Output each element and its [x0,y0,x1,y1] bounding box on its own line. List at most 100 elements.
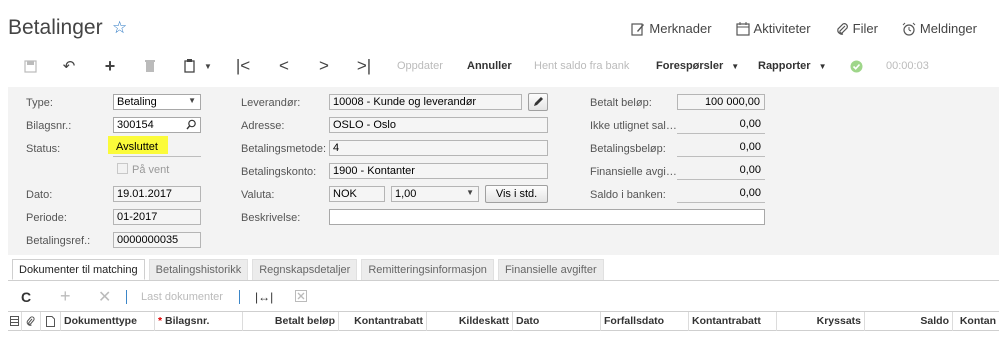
timer-text: 00:00:03 [886,60,929,72]
check-circle-icon [848,58,864,74]
valuta-rate-select[interactable]: 1,00 ▼ [391,186,479,202]
row-settings-icon[interactable] [8,312,22,331]
status-value: Avsluttet [116,141,158,153]
periode-label: Periode: [26,212,67,224]
leverandor-input[interactable]: 10008 - Kunde og leverandør [329,94,522,110]
periode-input[interactable]: 01-2017 [113,209,201,225]
required-asterisk: * [158,315,166,327]
paperclip-icon [836,22,848,35]
col-kontantrabatt-dato[interactable]: Kontantrabatt [689,312,777,331]
betalingsmetode-input[interactable]: 4 [329,140,548,156]
grid-header: Dokumenttype * Bilagsnr. Betalt beløp Ko… [8,311,999,331]
betalingsbelop-label: Betalingsbeløp: [590,143,666,155]
title-bar: Betalinger ☆ Merknader Aktiviteter Filer… [0,0,999,50]
type-value: Betaling [117,96,157,108]
finansielle-label: Finansielle avgi… [590,166,677,178]
filer-button[interactable]: Filer [835,21,878,36]
add-row-icon[interactable]: + [60,286,71,307]
col-saldo[interactable]: Saldo [865,312,953,331]
rapporter-label: Rapporter [758,60,811,72]
edit-leverandor-button[interactable] [528,93,548,111]
add-icon[interactable]: + [102,56,118,76]
saldo-banken-label: Saldo i banken: [590,189,666,201]
col-dato[interactable]: Dato [513,312,601,331]
save-icon[interactable] [22,58,38,74]
first-record-icon[interactable]: |< [235,56,251,75]
type-select[interactable]: Betaling ▼ [113,94,201,110]
hent-saldo-button[interactable]: Hent saldo fra bank [534,60,629,72]
main-toolbar: ↶ + ▼ |< < > >| Oppdater Annuller Hent s… [0,52,999,80]
undo-icon[interactable]: ↶ [61,58,77,75]
favorite-star-icon[interactable]: ☆ [112,18,127,38]
tab-divider [8,280,999,281]
previous-record-icon[interactable]: < [276,56,292,75]
saldo-banken-value: 0,00 [739,187,761,199]
search-icon[interactable] [186,119,197,130]
chevron-down-icon: ▼ [466,188,474,197]
betalingsref-label: Betalingsref.: [26,235,91,247]
col-dokumenttype[interactable]: Dokumenttype [61,312,155,331]
col-kildeskatt[interactable]: Kildeskatt [427,312,513,331]
chevron-down-icon: ▼ [731,62,740,71]
chevron-down-icon: ▼ [188,96,196,105]
betalingsmetode-label: Betalingsmetode: [241,143,326,155]
meldinger-button[interactable]: Meldinger [902,21,977,36]
next-record-icon[interactable]: > [316,56,332,75]
fit-columns-icon[interactable]: |↔| [255,290,273,304]
delete-row-icon[interactable]: ✕ [98,287,111,307]
refresh-icon[interactable]: C [21,289,31,305]
vis-i-std-button[interactable]: Vis i std. [485,185,548,203]
col-kontantrabatt[interactable]: Kontantrabatt [339,312,427,331]
finansielle-value: 0,00 [739,164,761,176]
merknader-label: Merknader [649,21,712,36]
annuller-button[interactable]: Annuller [467,60,512,72]
betalingskonto-label: Betalingskonto: [241,166,317,178]
col-bilagsnr[interactable]: * Bilagsnr. [155,312,243,331]
note-edit-icon [631,22,645,36]
bilagsnr-value: 300154 [117,119,154,131]
tab-betalingshistorikk[interactable]: Betalingshistorikk [148,259,249,280]
betalingsbelop-underline [677,156,765,157]
ikke-utlignet-underline [677,133,765,134]
rapporter-menu[interactable]: Rapporter ▼ [758,60,826,72]
ikke-utlignet-label: Ikke utlignet sal… [590,120,677,132]
pa-vent-checkbox[interactable] [117,163,128,174]
top-actions: Merknader Aktiviteter Filer Meldinger [631,21,977,36]
last-record-icon[interactable]: >| [356,56,372,75]
dato-label: Dato: [26,189,53,201]
type-label: Type: [26,97,53,109]
bilagsnr-input[interactable]: 300154 [113,117,201,133]
tab-dokumenter-til-matching[interactable]: Dokumenter til matching [12,259,145,280]
betalingskonto-input[interactable]: 1900 - Kontanter [329,163,548,179]
col-kryssats[interactable]: Kryssats [777,312,865,331]
grid-toolbar: C + ✕ Last dokumenter |↔| [0,285,999,309]
col-betalt-belop[interactable]: Betalt beløp [243,312,339,331]
separator [126,290,127,304]
adresse-input[interactable]: OSLO - Oslo [329,117,548,133]
col-forfallsdato[interactable]: Forfallsdato [601,312,689,331]
betalt-belop-value[interactable]: 100 000,00 [677,94,765,110]
betalingsref-input[interactable]: 0000000035 [113,232,201,248]
last-dokumenter-button[interactable]: Last dokumenter [141,291,223,303]
beskrivelse-input[interactable] [329,209,765,225]
aktiviteter-button[interactable]: Aktiviteter [735,21,811,36]
foresporsler-menu[interactable]: Forespørsler ▼ [656,60,739,72]
meldinger-label: Meldinger [919,21,977,36]
copy-paste-icon[interactable]: ▼ [182,58,214,74]
adresse-label: Adresse: [241,120,285,132]
tab-remitteringsinformasjon[interactable]: Remitteringsinformasjon [361,259,494,280]
tab-regnskapsdetaljer[interactable]: Regnskapsdetaljer [252,259,358,280]
tab-bar: Dokumenter til matching Betalingshistori… [12,259,604,280]
export-excel-icon[interactable] [295,289,307,305]
col-kontan[interactable]: Kontan [953,312,999,331]
tab-finansielle-avgifter[interactable]: Finansielle avgifter [497,259,604,280]
betalingsbelop-value: 0,00 [739,141,761,153]
dato-input[interactable]: 19.01.2017 [113,186,201,202]
note-column-icon [41,312,61,331]
betalt-belop-label: Betalt beløp: [590,97,652,109]
merknader-button[interactable]: Merknader [631,21,712,36]
separator [239,290,240,304]
oppdater-button[interactable]: Oppdater [397,60,443,72]
valuta-input[interactable]: NOK [329,186,385,202]
delete-icon[interactable] [142,58,158,74]
